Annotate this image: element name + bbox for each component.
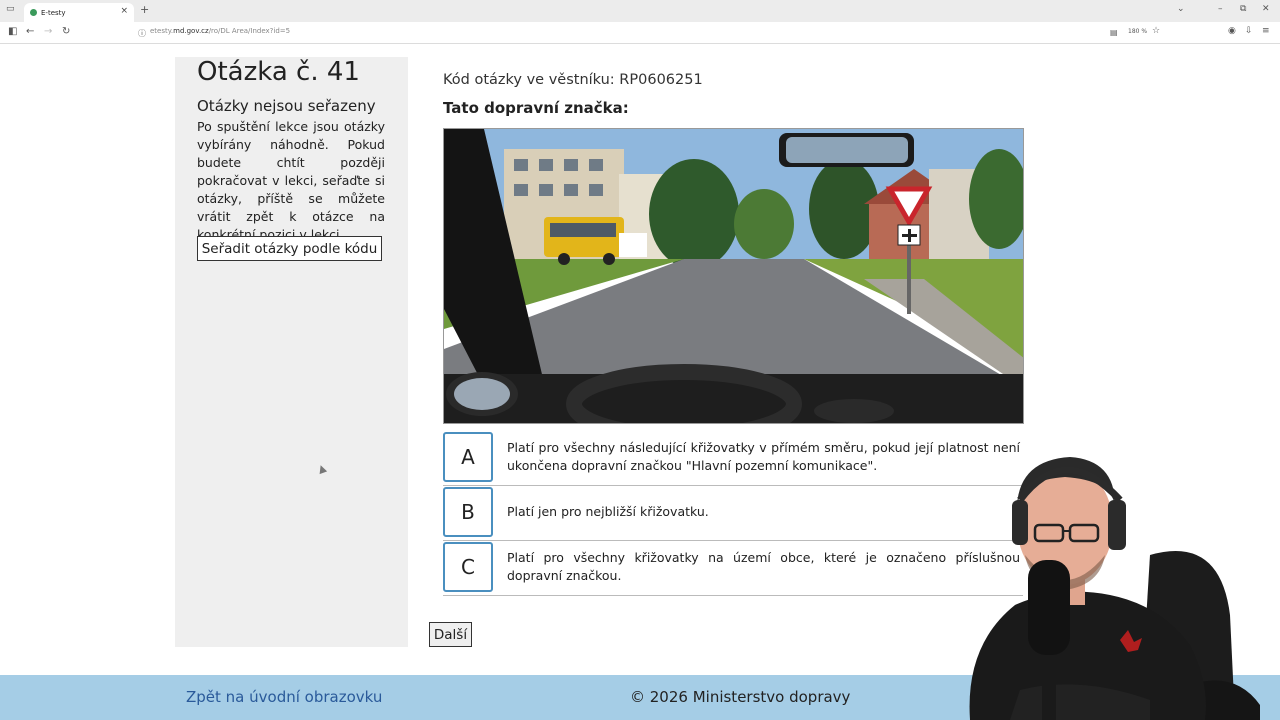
answer-option-a[interactable]: A Platí pro všechny následující křižovat… [443,432,1023,486]
sort-by-code-button[interactable]: Seřadit otázky podle kódu [197,236,382,261]
browser-tab-bar: ▭ E-testy × + ⌄ – ⧉ ✕ [0,0,1280,22]
browser-nav-bar: ◧ ← → ↻ ⓘ etesty.md.gov.cz/ro/DL Area/In… [0,22,1280,44]
sort-info-text: Po spuštění lekce jsou otázky vybírány n… [197,119,385,242]
close-icon[interactable]: × [120,6,128,16]
next-button[interactable]: Další [429,622,472,647]
downloads-icon[interactable]: ⇩ [1245,26,1253,36]
webcam-overlay [960,445,1280,720]
menu-icon[interactable]: ≡ [1262,26,1270,36]
copyright-text: © 2026 Ministerstvo dopravy [630,688,851,706]
sort-status-heading: Otázky nejsou seřazeny [197,97,376,115]
new-tab-button[interactable]: + [140,3,149,16]
answer-letter-c[interactable]: C [443,542,493,592]
question-prompt: Tato dopravní značka: [443,99,629,117]
url-prefix: etesty. [150,27,174,35]
reload-icon[interactable]: ↻ [62,26,70,37]
chevron-down-icon[interactable]: ⌄ [1177,4,1185,14]
favicon-icon [30,9,37,16]
minimize-icon[interactable]: – [1218,4,1223,14]
restore-icon[interactable]: ⧉ [1240,4,1246,14]
close-window-icon[interactable]: ✕ [1262,4,1270,14]
answer-option-c[interactable]: C Platí pro všechny křižovatky na území … [443,542,1023,596]
address-bar[interactable]: etesty.md.gov.cz/ro/DL Area/Index?id=5 [150,27,290,35]
question-photo [443,128,1024,424]
account-icon[interactable]: ◉ [1228,26,1236,36]
url-path: /ro/DL Area/Index?id=5 [208,27,291,35]
answer-letter-b[interactable]: B [443,487,493,537]
answer-option-b[interactable]: B Platí jen pro nejbližší křižovatku. [443,487,1023,541]
site-info-icon[interactable]: ⓘ [138,28,146,39]
sidebar-toggle-icon[interactable]: ◧ [8,26,17,37]
zoom-level[interactable]: 180 % [1128,28,1147,35]
tab-title: E-testy [41,8,66,17]
tab-list-icon[interactable]: ▭ [6,4,15,14]
url-domain: md.gov.cz [173,27,209,35]
question-title: Otázka č. 41 [197,57,360,87]
bookmark-star-icon[interactable]: ☆ [1152,26,1160,36]
answer-text-c[interactable]: Platí pro všechny křižovatky na území ob… [507,549,1020,585]
reader-icon[interactable]: ▤ [1110,28,1118,37]
answer-text-b[interactable]: Platí jen pro nejbližší křižovatku. [507,503,1020,521]
back-to-home-link[interactable]: Zpět na úvodní obrazovku [186,688,382,706]
answer-letter-a[interactable]: A [443,432,493,482]
browser-tab[interactable]: E-testy × [24,3,134,22]
back-icon[interactable]: ← [26,26,34,37]
forward-icon[interactable]: → [44,26,52,37]
question-code: Kód otázky ve věstníku: RP0606251 [443,72,703,88]
answer-text-a[interactable]: Platí pro všechny následující křižovatky… [507,439,1020,475]
